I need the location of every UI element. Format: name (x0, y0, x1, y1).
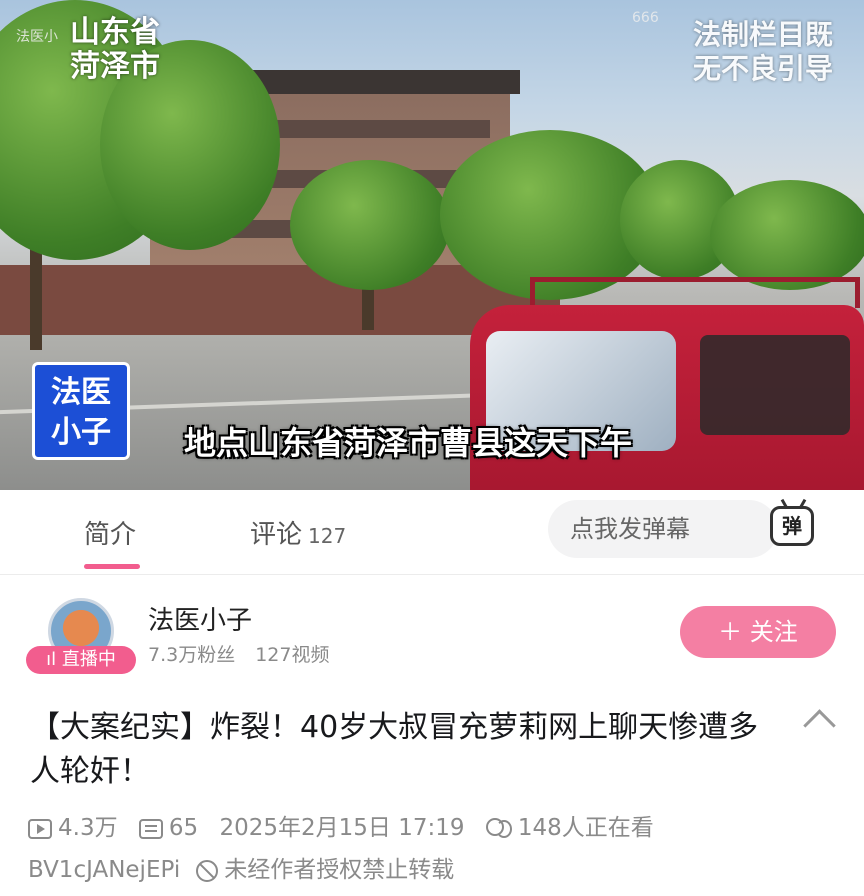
video-meta-secondary: BV1cJANejEPi 未经作者授权禁止转载 (28, 850, 454, 884)
follow-button[interactable]: ＋ 关注 (680, 606, 836, 658)
column-watermark: 法制栏目既 无不良引导 (692, 18, 833, 85)
publish-time: 17:19 (398, 815, 465, 841)
video-title: 【大案纪实】炸裂！40岁大叔冒充萝莉网上聊天惨遭多人轮奸！ (30, 710, 759, 789)
location-watermark: 山东省 菏泽市 (70, 15, 160, 84)
tree (290, 160, 450, 290)
watching-people-icon (485, 817, 512, 840)
watermark-small: 法医小 (16, 29, 58, 45)
channel-logo: 法医 小子 (32, 362, 130, 460)
tab-bar: 简介 评论 127 点我发弹幕 弹 (0, 490, 864, 575)
tab-comments[interactable]: 评论 127 (250, 514, 346, 551)
chevron-up-icon[interactable] (803, 709, 836, 742)
view-overlay: 666 (632, 10, 659, 26)
active-tab-indicator (84, 564, 140, 569)
danmaku-toggle-icon[interactable]: 弹 (770, 498, 814, 546)
tab-intro[interactable]: 简介 (84, 514, 136, 551)
video-meta: 4.3万 65 2025年2月15日 17:19 148人正在看 (28, 808, 668, 842)
danmaku-count: 65 (168, 815, 199, 841)
danmaku-count-icon (138, 818, 163, 839)
author-stats: 7.3万粉丝 127视频 (148, 640, 329, 667)
live-badge[interactable]: ıl 直播中 (26, 646, 136, 674)
copyright-note: 未经作者授权禁止转载 (224, 857, 455, 883)
fans-count: 7.3万粉丝 (148, 644, 236, 666)
comment-count: 127 (308, 524, 347, 548)
bvid[interactable]: BV1cJANejEPi (28, 857, 180, 883)
author-name[interactable]: 法医小子 (148, 600, 252, 637)
live-bars-icon: ıl (46, 649, 62, 670)
danmaku-input[interactable]: 点我发弹幕 (548, 500, 778, 558)
video-subtitle: 地点山东省菏泽市曹县这天下午 (184, 424, 633, 462)
play-count-icon (28, 818, 52, 839)
video-count: 127视频 (255, 644, 330, 666)
video-player[interactable]: 法医小 山东省 菏泽市 666 法制栏目既 无不良引导 法医 小子 地点山东省菏… (0, 0, 864, 490)
watching-count: 148人正在看 (517, 815, 654, 841)
publish-date: 2025年2月15日 (219, 815, 391, 841)
no-repost-icon (196, 859, 219, 882)
view-count: 4.3万 (58, 815, 118, 841)
tree (710, 180, 864, 290)
